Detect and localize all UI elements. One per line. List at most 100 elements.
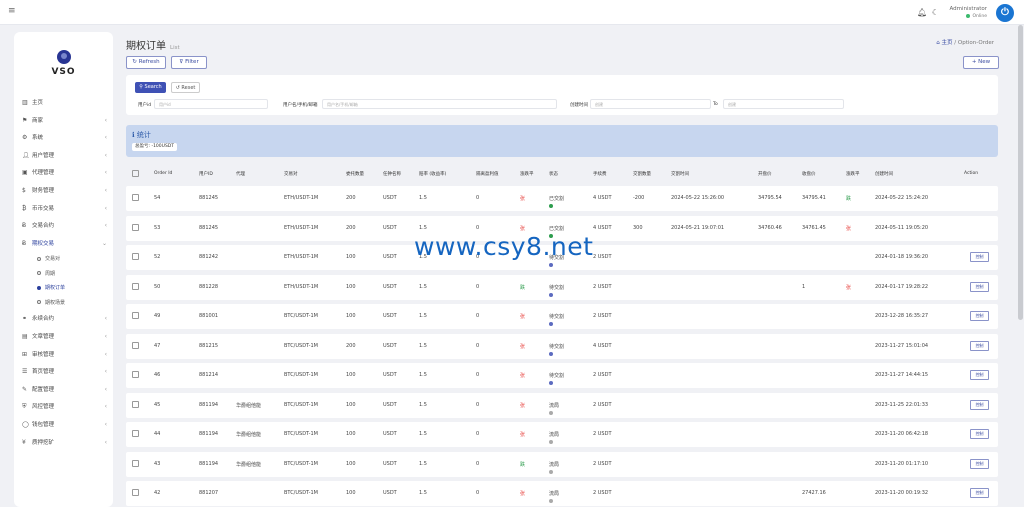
cell-close: 34761.45 <box>802 224 826 231</box>
breadcrumb-home[interactable]: ⌂ 主页 <box>936 40 952 46</box>
column-header[interactable]: 状态 <box>549 171 558 177</box>
column-header[interactable]: 用户ID <box>199 171 213 177</box>
cell-profit: 0 <box>476 401 480 408</box>
row-checkbox[interactable] <box>132 223 139 231</box>
sidebar-item[interactable]: ▣ 代理管理 ‹ <box>14 164 113 182</box>
sidebar-item[interactable]: Ƀ 交易合约 ‹ <box>14 217 113 235</box>
circle-icon <box>37 300 41 305</box>
column-header[interactable]: 涨跌平 <box>846 171 860 177</box>
column-header[interactable]: 代理 <box>236 171 245 177</box>
cell-status: 待交割 <box>549 284 564 297</box>
menu-icon[interactable]: ≡ <box>8 6 16 16</box>
user-name-input[interactable]: 用户名/手机/邮箱 <box>322 99 557 109</box>
row-checkbox[interactable] <box>132 489 139 496</box>
new-button[interactable]: + New <box>963 56 999 69</box>
control-button[interactable]: 控制 <box>970 488 989 498</box>
control-button[interactable]: 控制 <box>970 281 989 292</box>
row-checkbox[interactable] <box>132 400 139 408</box>
cell-profit: 0 <box>476 490 480 496</box>
filter-button[interactable]: ⊽ Filter <box>171 56 207 69</box>
status-dot <box>549 440 553 444</box>
bell-icon[interactable]: 🔔︎ <box>917 8 927 17</box>
cell-fee: 4 USDT <box>593 195 612 201</box>
reset-button[interactable]: ↺ Reset <box>171 82 200 93</box>
sidebar-item[interactable]: ⊞ 审核管理 ‹ <box>14 346 113 364</box>
control-button[interactable]: 控制 <box>970 429 989 439</box>
sidebar-subitem[interactable]: 周期 <box>14 267 113 282</box>
refresh-button[interactable]: ↻ Refresh <box>126 56 166 69</box>
sidebar-item[interactable]: ◯ 钱包管理 ‹ <box>14 416 113 434</box>
column-header[interactable]: 交割数量 <box>633 171 651 177</box>
sidebar-item[interactable]: ▤ 文章管理 ‹ <box>14 328 113 346</box>
sidebar-subitem[interactable]: 期权订单 <box>14 281 113 296</box>
sidebar-subitem-label: 周期 <box>45 270 56 277</box>
column-header[interactable]: 隔离盈利值 <box>476 171 499 177</box>
user-info[interactable]: Administrator Online <box>950 5 988 21</box>
row-checkbox[interactable] <box>132 194 139 201</box>
chevron-icon: ‹ <box>104 385 107 393</box>
sidebar-item[interactable]: ⚑ 商家 ‹ <box>14 112 113 130</box>
created-from-input[interactable]: 创建 <box>590 99 711 109</box>
search-icon: ⚲ <box>139 84 143 90</box>
control-button[interactable]: 控制 <box>970 340 989 351</box>
table-row[interactable]: 44 881194 华爵组他能 BTC/USDT-1M 100 USDT 1.5 0 张 流局 2 … <box>126 422 998 447</box>
sidebar-item[interactable]: ⚭ 永续合约 ‹ <box>14 310 113 328</box>
table-row[interactable]: 54 881245 ETH/USDT-1M 200 USDT 1.5 0 张 已交割 4 USDT… <box>126 186 998 211</box>
column-header[interactable]: 委托数量 <box>346 171 364 177</box>
column-header[interactable]: 创建时间 <box>875 171 893 177</box>
cell-id: 52 <box>154 254 161 260</box>
avatar[interactable]: ⏻ <box>996 4 1014 22</box>
cell-odds: 1.5 <box>419 460 427 467</box>
select-all-checkbox[interactable] <box>132 170 139 177</box>
row-checkbox[interactable] <box>132 253 139 260</box>
row-checkbox[interactable] <box>132 312 139 319</box>
control-button[interactable]: 控制 <box>970 399 989 410</box>
sidebar-item[interactable]: ⛨ 风控管理 ‹ <box>14 398 113 416</box>
sidebar-item[interactable]: 👤︎ 用户管理 ‹ <box>14 147 113 165</box>
sidebar-item[interactable]: ▥ 主页 <box>14 94 113 112</box>
sidebar-item[interactable]: ☰ 首页管理 ‹ <box>14 363 113 381</box>
table-row[interactable]: 43 881194 华爵组他能 BTC/USDT-1M 100 USDT 1.5 0 跌 流局 2 … <box>126 451 998 477</box>
table-row[interactable]: 42 881207 BTC/USDT-1M 100 USDT 1.5 0 张 流局 2 USDT 2… <box>126 481 998 506</box>
column-header[interactable]: 交易对 <box>284 171 298 177</box>
sidebar-item[interactable]: ⚙ 系统 ‹ <box>14 129 113 147</box>
cell-cur: USDT <box>383 490 397 496</box>
sidebar-item[interactable]: Ƀ 期权交易 ⌄ <box>14 235 113 253</box>
control-button[interactable]: 控制 <box>970 252 989 262</box>
row-checkbox[interactable] <box>132 371 139 378</box>
row-checkbox[interactable] <box>132 282 139 290</box>
created-to-input[interactable]: 创建 <box>723 99 844 109</box>
column-header[interactable]: 任钟名称 <box>383 171 401 177</box>
column-header[interactable]: Order Id <box>154 171 172 176</box>
sidebar-item[interactable]: ¥ 质押挖矿 ‹ <box>14 434 113 452</box>
column-header[interactable]: 涨跌平 <box>520 171 534 177</box>
row-checkbox[interactable] <box>132 430 139 437</box>
table-row[interactable]: 45 881194 华爵组他能 BTC/USDT-1M 100 USDT 1.5 0 张 流局 2 … <box>126 392 998 418</box>
sidebar-subitem[interactable]: 期权场景 <box>14 296 113 311</box>
row-checkbox[interactable] <box>132 341 139 349</box>
table-row[interactable]: 46 881214 BTC/USDT-1M 100 USDT 1.5 0 张 待交割 2 USDT… <box>126 363 998 388</box>
sidebar-item[interactable]: ₿ 币币交易 ‹ <box>14 200 113 218</box>
sidebar-item[interactable]: ✎ 配置管理 ‹ <box>14 381 113 399</box>
sidebar-subitem[interactable]: 交易对 <box>14 252 113 267</box>
row-checkbox[interactable] <box>132 459 139 467</box>
control-button[interactable]: 控制 <box>970 458 989 469</box>
scrollbar[interactable] <box>1018 25 1023 320</box>
column-header[interactable]: 赔率 (收益率) <box>419 171 446 177</box>
column-header[interactable]: 开盘价 <box>758 171 772 177</box>
status-dot <box>549 499 553 503</box>
table-row[interactable]: 47 881215 BTC/USDT-1M 200 USDT 1.5 0 张 待交割 4 USDT… <box>126 333 998 359</box>
column-header[interactable]: 收盘价 <box>802 171 816 177</box>
column-header[interactable]: 手续费 <box>593 171 607 177</box>
column-header[interactable]: Action <box>964 171 978 176</box>
user-id-input[interactable]: 用户id <box>154 99 268 109</box>
control-button[interactable]: 控制 <box>970 311 989 321</box>
table-row[interactable]: 50 881228 ETH/USDT-1M 100 USDT 1.5 0 跌 待交割 2 USDT… <box>126 274 998 300</box>
column-header[interactable]: 交割时间 <box>671 171 689 177</box>
sidebar-item[interactable]: $ 财务管理 ‹ <box>14 182 113 200</box>
control-button[interactable]: 控制 <box>970 370 989 380</box>
moon-icon[interactable]: ☾ <box>931 8 940 17</box>
table-row[interactable]: 49 881001 BTC/USDT-1M 100 USDT 1.5 0 张 待交割 2 USDT… <box>126 304 998 329</box>
search-button[interactable]: ⚲ Search <box>135 82 166 93</box>
sidebar: VSO ▥ 主页 ⚑ 商家 ‹ ⚙ 系统 ‹ 👤︎ 用户管理 ‹ ▣ 代理管理 ‹ $ 财务管理 ‹ ₿ 币币交易 ‹… <box>14 32 113 507</box>
